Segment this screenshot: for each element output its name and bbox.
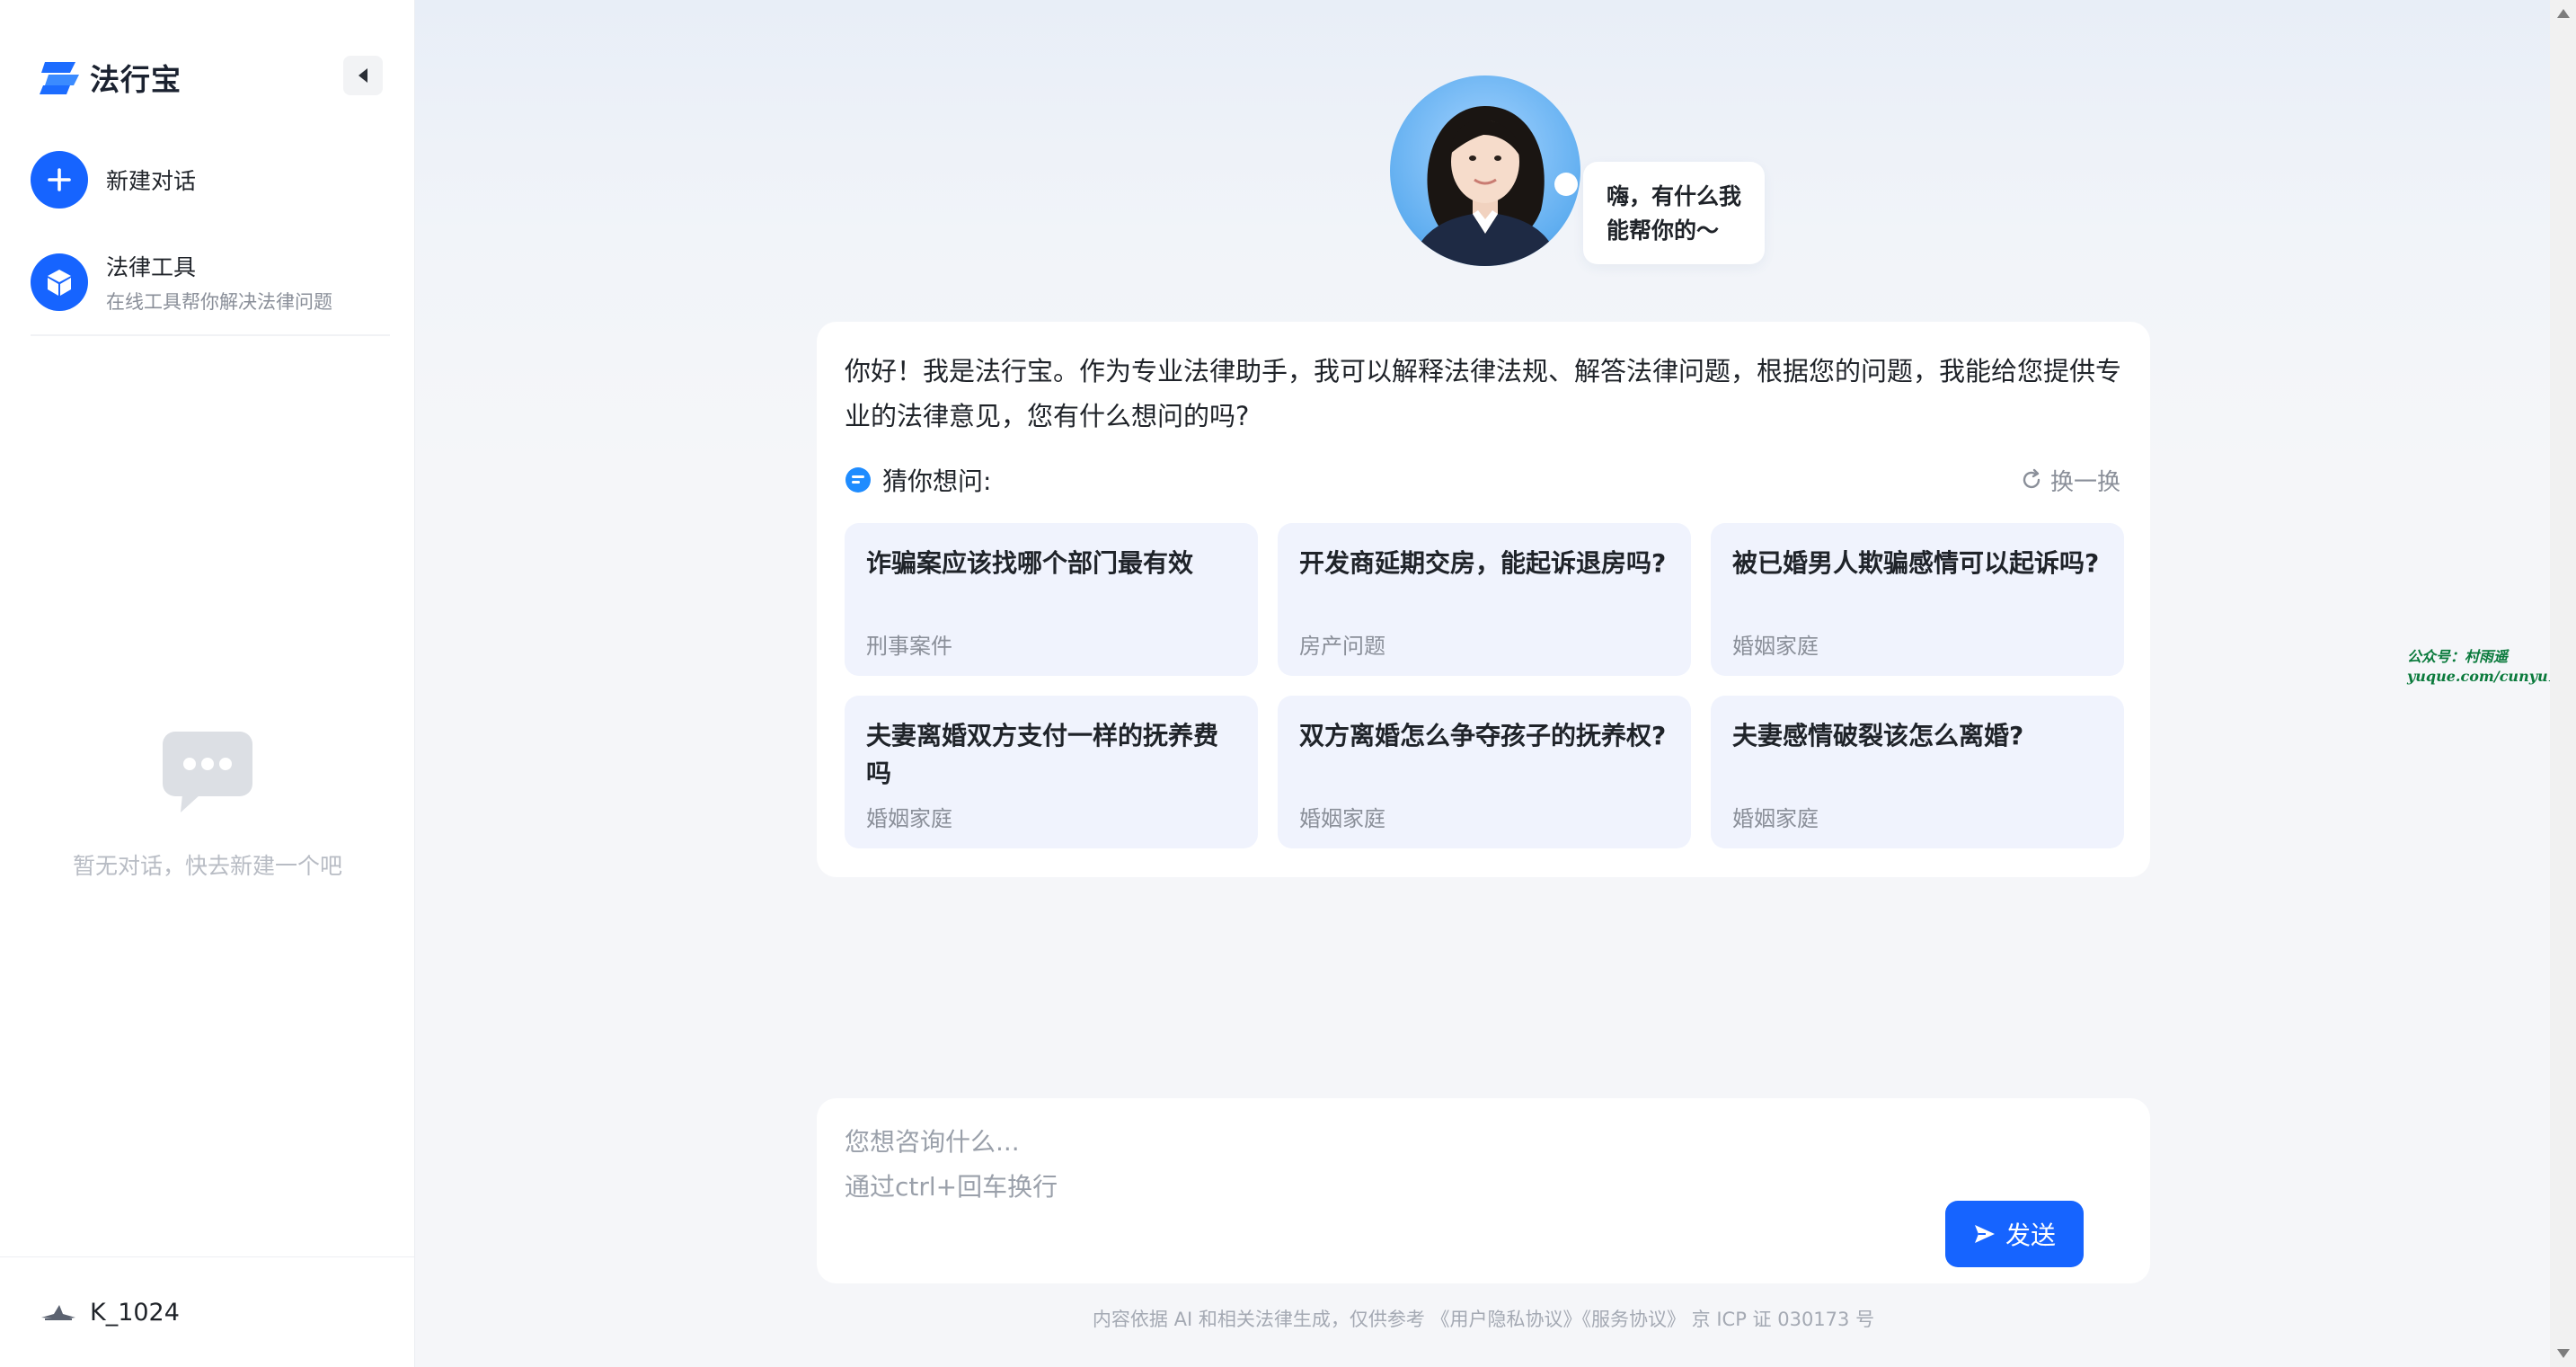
legal-tools-subtitle: 在线工具帮你解决法律问题 xyxy=(106,291,332,313)
suggestion-card[interactable]: 开发商延期交房，能起诉退房吗? 房产问题 xyxy=(1278,523,1691,676)
send-label: 发送 xyxy=(2005,1221,2056,1250)
suggestion-card[interactable]: 诈骗案应该找哪个部门最有效 刑事案件 xyxy=(845,523,1258,676)
send-button[interactable]: 发送 xyxy=(1945,1201,2084,1267)
online-indicator xyxy=(1554,173,1578,196)
brand[interactable]: 法行宝 xyxy=(40,56,181,99)
refresh-icon xyxy=(2023,468,2040,489)
user-name: K_1024 xyxy=(90,1298,180,1327)
user-avatar-icon xyxy=(41,1305,75,1320)
suggestion-card[interactable]: 被已婚男人欺骗感情可以起诉吗? 婚姻家庭 xyxy=(1711,523,2124,676)
vertical-scrollbar[interactable] xyxy=(2550,0,2576,1367)
collapse-sidebar-button[interactable] xyxy=(343,56,383,95)
new-chat-label: 新建对话 xyxy=(106,168,197,194)
suggestion-card[interactable]: 夫妻离婚双方支付一样的抚养费吗 婚姻家庭 xyxy=(845,696,1258,848)
refresh-suggestions-button[interactable]: 换一换 xyxy=(2020,464,2120,497)
scroll-up-arrow-icon[interactable] xyxy=(2557,9,2570,18)
placeholder-line-1: 您想咨询什么... xyxy=(845,1127,1020,1157)
legal-tools-item[interactable]: 法律工具 在线工具帮你解决法律问题 xyxy=(31,250,332,315)
suggestion-category: 婚姻家庭 xyxy=(1299,806,1385,831)
logo-icon xyxy=(40,62,79,94)
chat-main: 嗨，有什么我能帮你的～ 你好！我是法行宝。作为专业法律助手，我可以解释法律法规、… xyxy=(415,0,2550,1367)
caret-left-icon xyxy=(359,68,367,83)
suggestions-label: 猜你想问: xyxy=(882,466,992,496)
suggestion-card[interactable]: 夫妻感情破裂该怎么离婚? 婚姻家庭 xyxy=(1711,696,2124,848)
suggestion-card[interactable]: 双方离婚怎么争夺孩子的抚养权? 婚姻家庭 xyxy=(1278,696,1691,848)
suggestion-category: 婚姻家庭 xyxy=(1732,806,1819,831)
suggestion-grid: 诈骗案应该找哪个部门最有效 刑事案件 开发商延期交房，能起诉退房吗? 房产问题 … xyxy=(845,523,2124,848)
legal-tools-title: 法律工具 xyxy=(106,254,197,280)
chat-bubble-icon xyxy=(163,732,252,812)
suggestion-category: 婚姻家庭 xyxy=(866,806,952,831)
message-input-placeholder: 您想咨询什么... 通过ctrl+回车换行 xyxy=(845,1120,1058,1210)
assistant-intro: 你好！我是法行宝。作为专业法律助手，我可以解释法律法规、解答法律问题，根据您的问… xyxy=(845,356,2122,431)
suggestion-title: 诈骗案应该找哪个部门最有效 xyxy=(866,548,1194,578)
suggestion-title: 被已婚男人欺骗感情可以起诉吗? xyxy=(1732,548,2100,578)
suggestion-title: 开发商延期交房，能起诉退房吗? xyxy=(1299,548,1667,578)
sidebar: 法行宝 新建对话 法律工具 在线工具帮你解决法律问题 暂无对话，快去新建一个吧 … xyxy=(0,0,415,1367)
greeting-bubble: 嗨，有什么我能帮你的～ xyxy=(1583,162,1765,264)
scroll-down-arrow-icon[interactable] xyxy=(2557,1349,2570,1358)
suggestion-chat-icon xyxy=(845,467,871,493)
suggestion-category: 刑事案件 xyxy=(866,634,952,659)
footer-disclaimer: 内容依据 AI 和相关法律生成，仅供参考 《用户隐私协议》《服务协议》 京 IC… xyxy=(1092,1309,1875,1330)
message-input[interactable]: 您想咨询什么... 通过ctrl+回车换行 发送 xyxy=(817,1098,2150,1283)
cube-icon xyxy=(31,253,88,311)
welcome-card: 你好！我是法行宝。作为专业法律助手，我可以解释法律法规、解答法律问题，根据您的问… xyxy=(817,322,2150,877)
refresh-label: 换一换 xyxy=(2049,468,2120,496)
placeholder-line-2: 通过ctrl+回车换行 xyxy=(845,1172,1058,1202)
suggestions-header: 猜你想问: 换一换 xyxy=(845,462,2120,498)
empty-history: 暂无对话，快去新建一个吧 xyxy=(0,730,415,881)
user-profile[interactable]: K_1024 xyxy=(0,1256,415,1367)
empty-history-text: 暂无对话，快去新建一个吧 xyxy=(72,853,342,879)
new-chat-button[interactable]: 新建对话 xyxy=(31,151,196,209)
suggestion-title: 夫妻感情破裂该怎么离婚? xyxy=(1732,721,2024,750)
suggestion-category: 房产问题 xyxy=(1299,634,1385,659)
suggestion-title: 双方离婚怎么争夺孩子的抚养权? xyxy=(1299,721,1667,750)
plus-icon xyxy=(31,151,88,209)
suggestion-category: 婚姻家庭 xyxy=(1732,634,1819,659)
assistant-avatar xyxy=(1390,75,1580,266)
suggestion-title: 夫妻离婚双方支付一样的抚养费吗 xyxy=(866,721,1219,788)
sidebar-divider xyxy=(31,334,390,336)
send-icon xyxy=(1974,1225,1995,1243)
brand-name: 法行宝 xyxy=(90,62,181,97)
assistant-portrait xyxy=(1412,106,1559,266)
